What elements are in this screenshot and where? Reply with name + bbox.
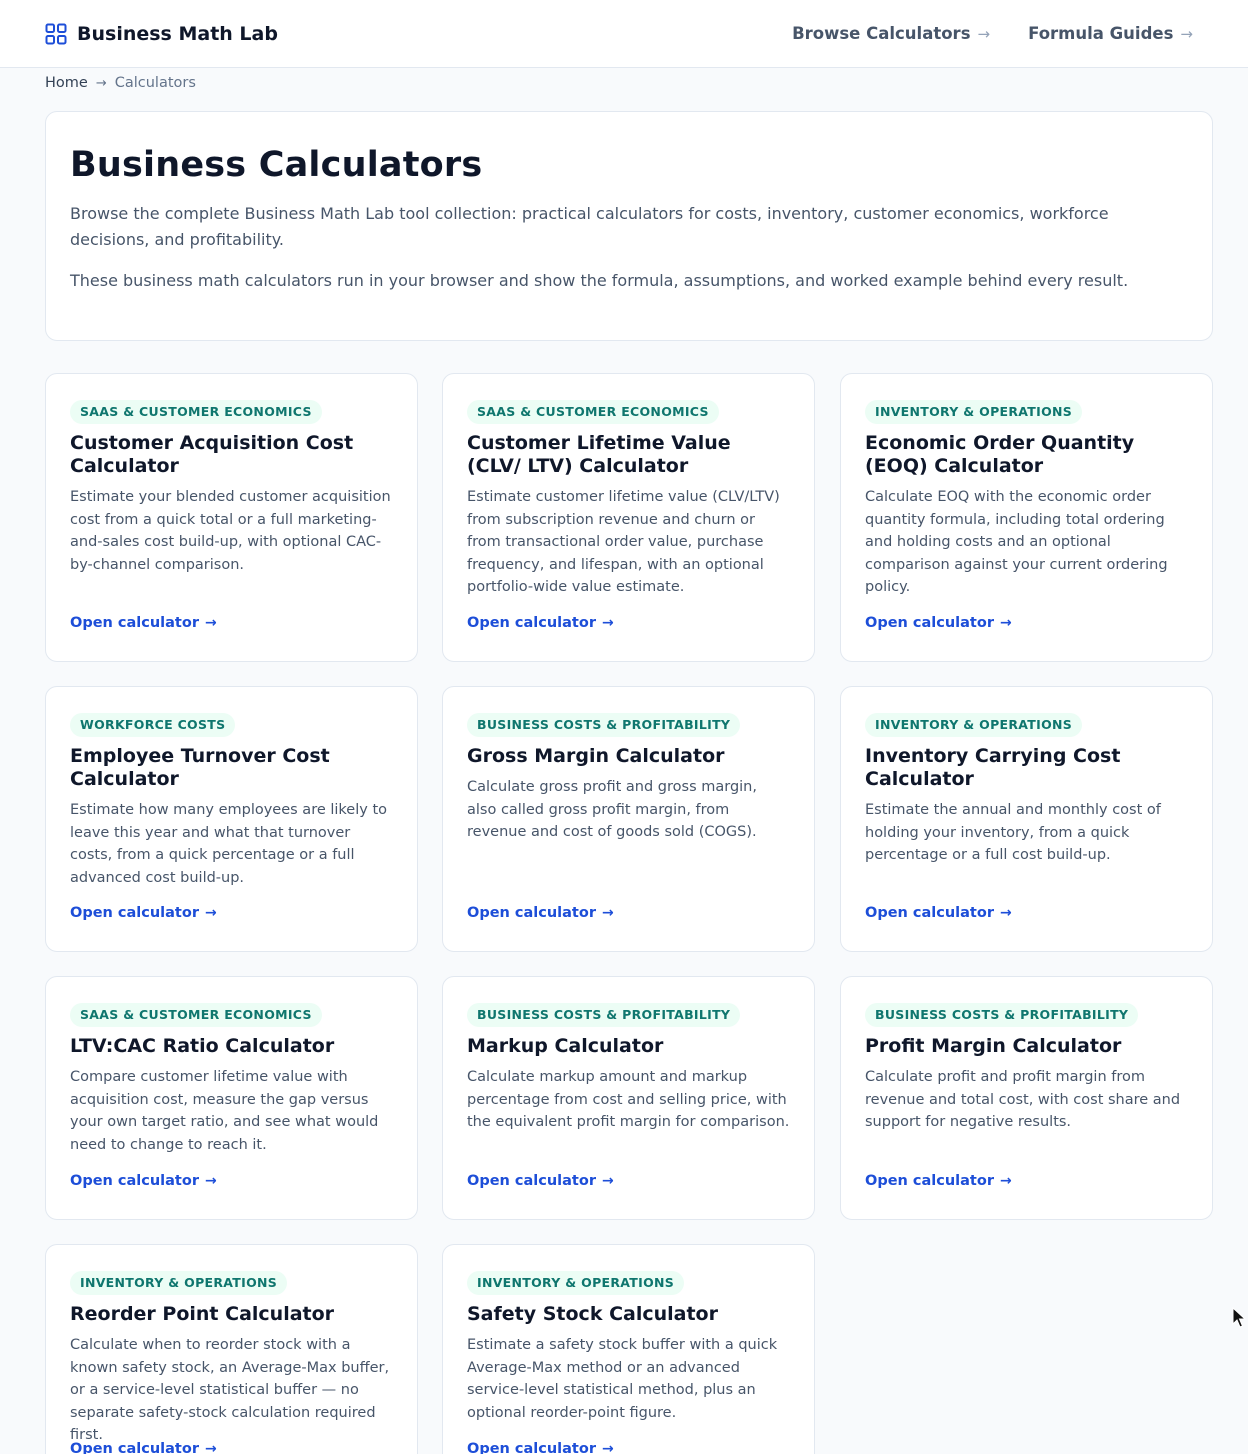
open-calculator-label: Open calculator (70, 615, 199, 631)
card-title: Customer Lifetime Value (CLV/ LTV) Calcu… (467, 432, 731, 477)
category-badge: INVENTORY & OPERATIONS (70, 1271, 288, 1295)
nav-formula-guides[interactable]: Formula Guides → (1028, 24, 1193, 43)
category-badge: SAAS & CUSTOMER ECONOMICS (467, 400, 719, 424)
arrow-right-icon: → (204, 1441, 217, 1454)
page-title: Business Calculators (70, 145, 483, 185)
grid-icon (45, 23, 67, 44)
arrow-right-icon: → (999, 905, 1012, 921)
hero-note: These business math calculators run in y… (70, 271, 1129, 290)
category-badge: INVENTORY & OPERATIONS (865, 400, 1083, 424)
calculator-card[interactable]: INVENTORY & OPERATIONS Reorder Point Cal… (45, 1244, 418, 1454)
open-calculator-link[interactable]: Open calculator → (865, 905, 1012, 921)
card-description: Calculate when to reorder stock with a k… (70, 1337, 390, 1443)
category-badge: WORKFORCE COSTS (70, 713, 236, 737)
open-calculator-label: Open calculator (865, 1173, 994, 1189)
calculator-card[interactable]: INVENTORY & OPERATIONS Economic Order Qu… (840, 373, 1213, 662)
main-nav: Browse Calculators → Formula Guides → (792, 24, 1203, 43)
card-title: Profit Margin Calculator (865, 1035, 1122, 1057)
card-title: Inventory Carrying Cost Calculator (865, 745, 1121, 790)
arrow-right-icon: → (999, 615, 1012, 631)
open-calculator-label: Open calculator (467, 905, 596, 921)
open-calculator-link[interactable]: Open calculator → (467, 1441, 614, 1454)
card-description: Compare customer lifetime value with acq… (70, 1069, 379, 1153)
breadcrumb-current: Calculators (114, 75, 196, 91)
calculator-card[interactable]: INVENTORY & OPERATIONS Inventory Carryin… (840, 686, 1213, 952)
card-title: Safety Stock Calculator (467, 1303, 718, 1325)
breadcrumb: Home → Calculators (45, 75, 196, 91)
open-calculator-label: Open calculator (70, 1173, 199, 1189)
card-description: Calculate EOQ with the economic order qu… (865, 489, 1168, 595)
mouse-cursor-icon (1232, 1307, 1246, 1328)
open-calculator-label: Open calculator (70, 905, 199, 921)
breadcrumb-home-link[interactable]: Home (45, 75, 88, 91)
open-calculator-link[interactable]: Open calculator → (70, 1173, 217, 1189)
card-description: Calculate profit and profit margin from … (865, 1069, 1181, 1130)
category-badge: BUSINESS COSTS & PROFITABILITY (467, 713, 741, 737)
card-description: Estimate the annual and monthly cost of … (865, 802, 1161, 863)
calculator-card[interactable]: BUSINESS COSTS & PROFITABILITY Markup Ca… (442, 976, 815, 1220)
open-calculator-link[interactable]: Open calculator → (70, 905, 217, 921)
open-calculator-link[interactable]: Open calculator → (467, 615, 614, 631)
open-calculator-link[interactable]: Open calculator → (70, 1441, 217, 1454)
arrow-right-icon: → (601, 1441, 614, 1454)
category-badge: INVENTORY & OPERATIONS (865, 713, 1083, 737)
category-badge: INVENTORY & OPERATIONS (467, 1271, 685, 1295)
card-description: Calculate markup amount and markup perce… (467, 1069, 790, 1130)
calculator-card[interactable]: SAAS & CUSTOMER ECONOMICS Customer Lifet… (442, 373, 815, 662)
category-badge: SAAS & CUSTOMER ECONOMICS (70, 1003, 322, 1027)
category-badge: BUSINESS COSTS & PROFITABILITY (865, 1003, 1139, 1027)
open-calculator-link[interactable]: Open calculator → (467, 1173, 614, 1189)
card-description: Estimate how many employees are likely t… (70, 802, 388, 886)
card-description: Estimate your blended customer acquisiti… (70, 489, 391, 573)
calculator-card[interactable]: BUSINESS COSTS & PROFITABILITY Gross Mar… (442, 686, 815, 952)
brand-name: Business Math Lab (77, 22, 278, 45)
card-title: Markup Calculator (467, 1035, 664, 1057)
open-calculator-label: Open calculator (467, 1441, 596, 1454)
brand-logo-link[interactable]: Business Math Lab (45, 23, 278, 45)
card-title: Gross Margin Calculator (467, 745, 725, 767)
arrow-right-icon: → (999, 1173, 1012, 1189)
nav-browse-calculators-label: Browse Calculators (792, 24, 971, 43)
card-title: Economic Order Quantity (EOQ) Calculator (865, 432, 1135, 477)
nav-browse-calculators[interactable]: Browse Calculators → (792, 24, 990, 43)
category-badge: BUSINESS COSTS & PROFITABILITY (467, 1003, 741, 1027)
arrow-right-icon: → (204, 615, 217, 631)
card-title: Employee Turnover Cost Calculator (70, 745, 330, 790)
card-title: LTV:CAC Ratio Calculator (70, 1035, 335, 1057)
card-title: Reorder Point Calculator (70, 1303, 335, 1325)
hero-intro: Browse the complete Business Math Lab to… (70, 204, 1109, 249)
nav-formula-guides-label: Formula Guides (1028, 24, 1174, 43)
arrow-right-icon: → (601, 615, 614, 631)
hero-panel: Business Calculators Browse the complete… (45, 111, 1213, 341)
open-calculator-label: Open calculator (467, 1173, 596, 1189)
calculator-card[interactable]: SAAS & CUSTOMER ECONOMICS Customer Acqui… (45, 373, 418, 662)
open-calculator-label: Open calculator (467, 615, 596, 631)
arrow-right-icon: → (204, 905, 217, 921)
card-description: Calculate gross profit and gross margin,… (467, 779, 757, 840)
open-calculator-link[interactable]: Open calculator → (467, 905, 614, 921)
calculator-card[interactable]: WORKFORCE COSTS Employee Turnover Cost C… (45, 686, 418, 952)
arrow-right-icon: → (601, 1173, 614, 1189)
arrow-right-icon: → (977, 24, 991, 43)
arrow-right-icon: → (601, 905, 614, 921)
arrow-right-icon: → (204, 1173, 217, 1189)
calculator-card[interactable]: INVENTORY & OPERATIONS Safety Stock Calc… (442, 1244, 815, 1454)
open-calculator-link[interactable]: Open calculator → (865, 1173, 1012, 1189)
card-description: Estimate customer lifetime value (CLV/LT… (467, 489, 780, 595)
card-title: Customer Acquisition Cost Calculator (70, 432, 354, 477)
breadcrumb-separator: → (95, 75, 107, 91)
top-navigation-bar: Business Math Lab Browse Calculators → F… (0, 0, 1248, 68)
open-calculator-label: Open calculator (865, 615, 994, 631)
open-calculator-label: Open calculator (865, 905, 994, 921)
calculator-card[interactable]: BUSINESS COSTS & PROFITABILITY Profit Ma… (840, 976, 1213, 1220)
card-description: Estimate a safety stock buffer with a qu… (467, 1337, 778, 1421)
open-calculator-label: Open calculator (70, 1441, 199, 1454)
open-calculator-link[interactable]: Open calculator → (70, 615, 217, 631)
calculator-card[interactable]: SAAS & CUSTOMER ECONOMICS LTV:CAC Ratio … (45, 976, 418, 1220)
open-calculator-link[interactable]: Open calculator → (865, 615, 1012, 631)
arrow-right-icon: → (1180, 24, 1193, 43)
category-badge: SAAS & CUSTOMER ECONOMICS (70, 400, 322, 424)
